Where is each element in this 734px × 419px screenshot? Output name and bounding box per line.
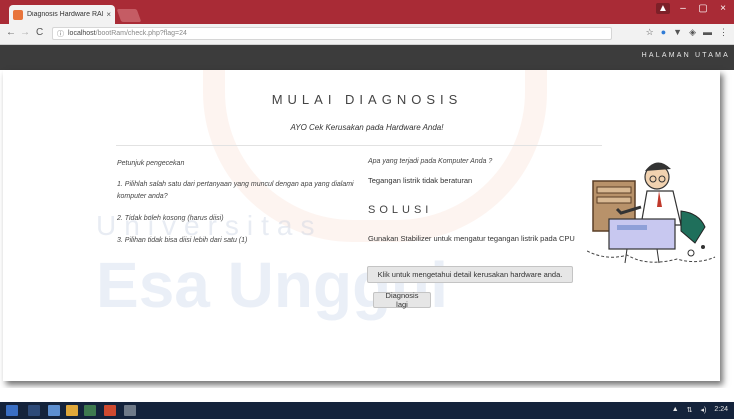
address-bar[interactable]: ⓘ localhost /bootRam/check.php?flag=24 — [52, 27, 612, 40]
question-text: Apa yang terjadi pada Komputer Anda ? — [368, 158, 493, 165]
browser-toolbar: ← → C ⓘ localhost /bootRam/check.php?fla… — [0, 24, 734, 45]
browser-taskbar-icon[interactable] — [48, 405, 60, 416]
result-panel: Apa yang terjadi pada Komputer Anda ? Te… — [368, 158, 608, 243]
solusi-text: Gunakan Stabilizer untuk mengatur tegang… — [368, 234, 575, 243]
volume-icon[interactable]: ◂) — [701, 406, 707, 414]
technician-illustration — [587, 162, 716, 264]
explorer-icon[interactable] — [66, 405, 78, 416]
extension-icon[interactable]: ● — [661, 27, 666, 38]
instructions-panel: Petunjuk pengecekan 1. Pilihlah salah sa… — [117, 158, 362, 257]
maximize-button[interactable]: ▢ — [696, 3, 710, 14]
watermark-name: Esa Unggul — [96, 249, 449, 321]
back-button[interactable]: ← — [6, 27, 16, 38]
url-host: localhost — [68, 30, 96, 37]
minimize-button[interactable]: – — [676, 3, 690, 14]
profile-icon[interactable]: ▲ — [656, 3, 670, 14]
instructions-heading: Petunjuk pengecekan — [117, 160, 185, 167]
browser-tab-strip: Diagnosis Hardware RAI × ▲ – ▢ × — [0, 0, 734, 24]
forward-button[interactable]: → — [20, 27, 30, 38]
app-icon[interactable] — [84, 405, 96, 416]
favicon-icon — [13, 9, 23, 20]
answer-text: Tegangan listrik tidak beraturan — [368, 176, 473, 185]
os-taskbar: ▲ ⇅ ◂) 2:24 — [0, 402, 734, 419]
url-path: /bootRam/check.php?flag=24 — [95, 30, 187, 37]
tab-close-icon[interactable]: × — [106, 10, 111, 19]
bookmark-star-icon[interactable]: ☆ — [646, 27, 654, 38]
detail-button[interactable]: Klik untuk mengetahui detail kerusakan h… — [367, 266, 573, 283]
extension-icons: ☆ ● ▼ ◈ ▬ ⋮ — [646, 27, 728, 38]
reload-button[interactable]: C — [36, 27, 43, 38]
window-controls: ▲ – ▢ × — [656, 3, 730, 14]
instruction-item: 2. Tidak boleh kosong (harus diisi) — [117, 215, 224, 222]
extension-icon[interactable]: ◈ — [689, 27, 696, 38]
system-tray: ▲ ⇅ ◂) 2:24 — [672, 406, 728, 414]
info-icon[interactable]: ⓘ — [57, 29, 64, 39]
network-icon[interactable]: ⇅ — [687, 406, 693, 414]
close-window-button[interactable]: × — [716, 3, 730, 14]
search-icon[interactable] — [28, 405, 40, 416]
menu-icon[interactable]: ⋮ — [719, 27, 728, 38]
browser-tab[interactable]: Diagnosis Hardware RAI × — [9, 5, 115, 24]
clock[interactable]: 2:24 — [714, 406, 728, 414]
page-bottom — [0, 388, 734, 402]
instruction-item: 3. Pilihan tidak bisa diisi lebih dari s… — [117, 237, 248, 244]
page-subtitle: AYO Cek Kerusakan pada Hardware Anda! — [290, 123, 444, 132]
nav-link-home[interactable]: HALAMAN UTAMA — [642, 52, 730, 59]
instruction-item: 1. Pilihlah salah satu dari pertanyaan y… — [117, 181, 354, 200]
diagnose-again-button[interactable]: Diagnosis lagi — [373, 291, 431, 309]
divider — [116, 145, 602, 146]
extension-icon[interactable]: ▬ — [703, 27, 712, 38]
tab-title: Diagnosis Hardware RAI — [27, 11, 104, 18]
start-icon[interactable] — [6, 405, 18, 416]
extension-icon[interactable]: ▼ — [673, 27, 682, 38]
site-navbar: HALAMAN UTAMA — [0, 45, 734, 70]
solusi-heading: SOLUSI — [368, 204, 433, 216]
page-title: MULAI DIAGNOSIS — [271, 92, 463, 107]
new-tab-button[interactable] — [116, 9, 142, 22]
tray-arrow-icon[interactable]: ▲ — [672, 406, 679, 414]
app-icon[interactable] — [104, 405, 116, 416]
app-icon[interactable] — [124, 405, 136, 416]
